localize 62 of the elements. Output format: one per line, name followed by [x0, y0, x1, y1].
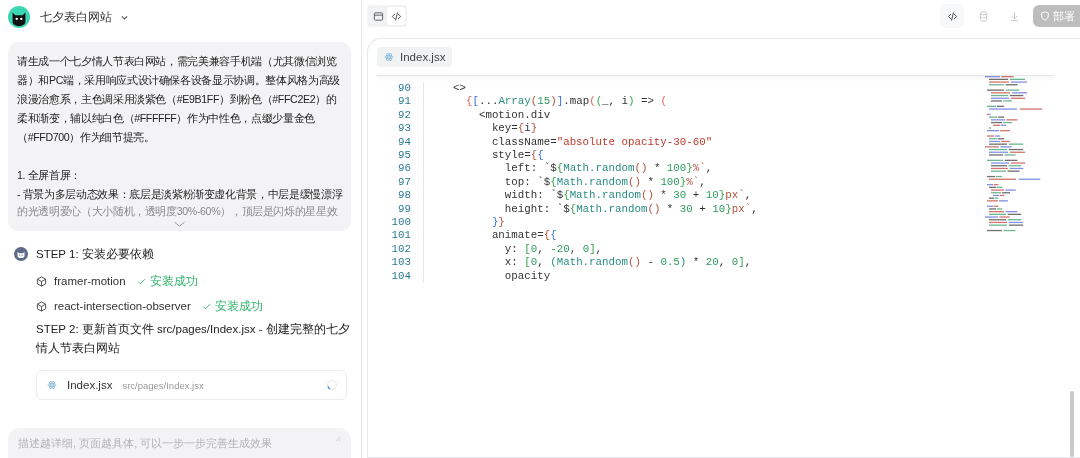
- line-number: 90: [397, 82, 411, 96]
- package-name: framer-motion: [54, 275, 126, 287]
- prompt-text: 请生成一个七夕情人节表白网站，需完美兼容手机端（尤其微信浏览器）和PC端，采用响应式设计确保各设备显示协调。整体风格为高级浪漫治愈系，主色调采用淡紫色（#E9B1FF）到粉色（#FFC2E2）的柔和渐变，辅以纯白色（#FFFFFF）作为中性色，点缀少量金色（#FFD700）作为细节提亮。: [17, 54, 341, 145]
- download-icon: [1008, 10, 1020, 22]
- line-number: 104: [390, 269, 411, 284]
- line-number: 100: [390, 216, 411, 230]
- file-name: Index.jsx: [67, 379, 113, 391]
- file-tab[interactable]: Index.jsx: [377, 47, 453, 67]
- line-number: 101: [390, 229, 411, 243]
- code-line: <motion.div: [477, 108, 552, 123]
- file-path: src/pages/Index.jsx: [122, 379, 205, 391]
- project-title[interactable]: 七夕表白网站: [40, 8, 112, 26]
- line-number: 102: [390, 242, 411, 257]
- code-button[interactable]: [940, 4, 964, 28]
- code-icon: [946, 10, 958, 22]
- window-icon: [372, 10, 384, 22]
- line-number: 91: [397, 95, 411, 109]
- code-line: animate={{: [490, 229, 558, 243]
- code-icon: [390, 10, 402, 22]
- resize-handle-icon[interactable]: [333, 434, 341, 442]
- step-heading: STEP 1: 安装必要依赖: [36, 247, 155, 262]
- prompt-text: 1. 全屏首屏：: [17, 168, 82, 183]
- code-line: top: `${Math.random() * 100}%`,: [503, 175, 707, 189]
- code-line: <>: [453, 82, 467, 96]
- code-line: height: `${Math.random() * 30 + 10}px`,: [503, 202, 759, 217]
- line-number: 94: [397, 135, 411, 150]
- avatar-icon: [14, 247, 28, 261]
- code-line: key={i}: [490, 122, 539, 136]
- shield-icon: [1040, 11, 1050, 21]
- prompt-text: - 背景为多层动态效果：底层是淡紫粉渐变虚化背景，中层是缓慢漂浮: [17, 187, 343, 202]
- line-number: 96: [397, 162, 411, 176]
- line-number: 92: [397, 108, 411, 123]
- line-number: 103: [390, 256, 411, 270]
- scrollbar[interactable]: [1070, 391, 1074, 457]
- code-line: {[...Array(15)].map((_, i) => (: [464, 95, 668, 109]
- code-line: left: `${Math.random() * 100}%`,: [503, 162, 714, 176]
- install-status: 安装成功: [214, 298, 263, 314]
- code-line: style={{: [490, 149, 545, 163]
- line-number: 95: [397, 149, 411, 163]
- prompt-text: 的光透明爱心（大小随机，透明度30%-60%），顶层是闪烁的星星效: [17, 204, 339, 219]
- code-line: y: [0, -20, 0],: [503, 242, 604, 257]
- atom-icon: [47, 380, 57, 390]
- code-line: width: `${Math.random() * 30 + 10}px`,: [503, 189, 753, 203]
- atom-icon: [384, 52, 394, 62]
- step-heading: STEP 2: 更新首页文件 src/pages/Index.jsx - 创建完整的七夕情人节表白网站: [36, 322, 351, 356]
- database-icon: [977, 10, 989, 22]
- logo-icon: [8, 6, 30, 28]
- code-line: opacity: [503, 269, 552, 284]
- view-tab[interactable]: [387, 7, 405, 25]
- code-line: x: [0, (Math.random() - 0.5) * 20, 0],: [503, 256, 753, 270]
- install-status: 安装成功: [149, 273, 198, 289]
- line-number: 98: [397, 189, 411, 203]
- code-line: }}: [490, 216, 506, 230]
- line-number: 93: [397, 122, 411, 136]
- cube-icon: [36, 275, 47, 287]
- line-number: 97: [397, 175, 411, 190]
- line-number: 99: [397, 202, 411, 217]
- package-name: react-intersection-observer: [54, 300, 191, 312]
- file-card[interactable]: Index.jsx src/pages/Index.jsx: [36, 370, 347, 400]
- code-line: className="absolute opacity-30-60": [490, 135, 714, 150]
- chevron-down-icon[interactable]: [174, 221, 185, 228]
- cube-icon: [36, 300, 47, 312]
